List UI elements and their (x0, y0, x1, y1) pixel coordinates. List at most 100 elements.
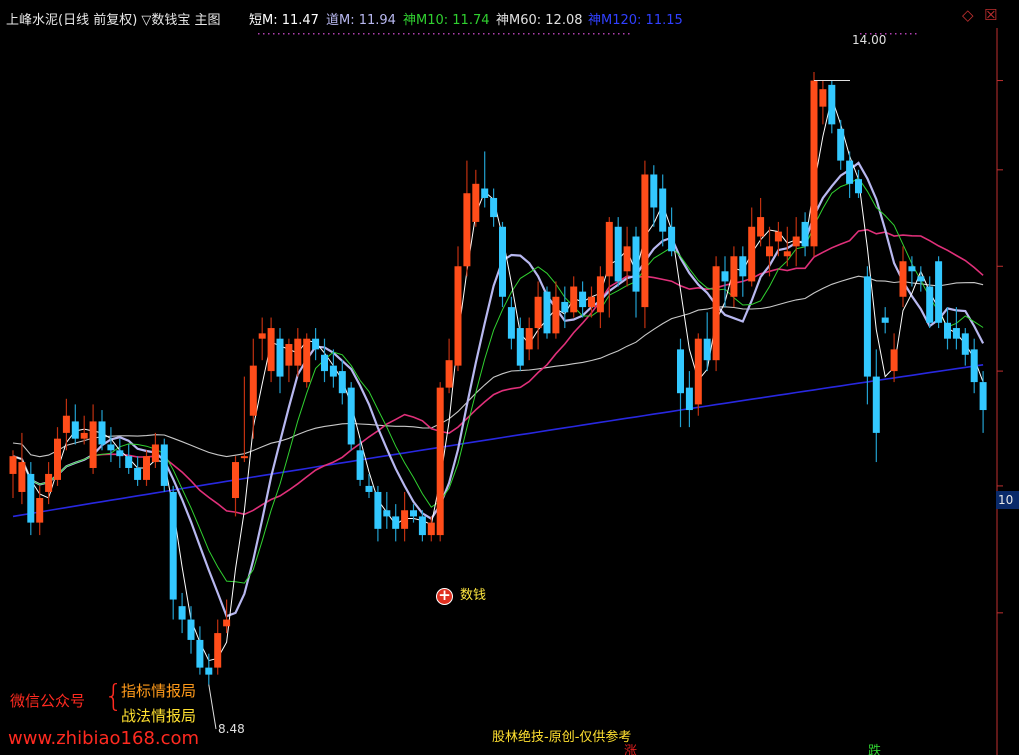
candle-up (267, 328, 275, 372)
header-dot (503, 33, 505, 35)
candle-down (499, 226, 506, 297)
candle-down (507, 307, 515, 339)
header-dot (368, 33, 370, 35)
candle-down (516, 328, 524, 366)
plus-circle-icon: + (436, 588, 453, 605)
candle-down (855, 179, 862, 194)
fall-marker: 跌 (868, 744, 882, 755)
candle-down (338, 371, 346, 394)
header-dot (428, 33, 430, 35)
candle-up (232, 462, 239, 499)
candle-down (872, 376, 880, 433)
candle-up (757, 217, 765, 237)
header-dot (333, 33, 335, 35)
header-dot (498, 33, 500, 35)
header-dot (258, 33, 260, 35)
header-dot (618, 33, 620, 35)
candle-down (543, 291, 551, 334)
candle-up (774, 231, 782, 242)
candle-down (383, 510, 391, 517)
header-dot (423, 33, 425, 35)
legend-ma-short: 短M: 11.47 (249, 13, 319, 28)
candle-down (908, 266, 916, 272)
candle-down (187, 619, 195, 640)
candle-down (125, 456, 133, 468)
header-dot (548, 33, 550, 35)
candle-down (952, 328, 960, 339)
header-dot (583, 33, 585, 35)
candle-up (463, 193, 471, 267)
header-dot (598, 33, 600, 35)
header-dot (558, 33, 560, 35)
header-dot (403, 33, 405, 35)
legend-ma120: 神M120: 11.15 (588, 13, 683, 28)
close-icon[interactable]: ☒ (984, 6, 997, 24)
header-dot (623, 33, 625, 35)
header-dot (910, 33, 912, 35)
header-dot (438, 33, 440, 35)
candle-down (579, 291, 587, 308)
candle-up (80, 432, 88, 439)
header-dot (518, 33, 520, 35)
candle-down (321, 354, 328, 372)
header-dot (448, 33, 450, 35)
candle-up (249, 365, 257, 416)
header-dot (573, 33, 575, 35)
header-dot (278, 33, 280, 35)
candle-down (650, 174, 658, 208)
price-chart[interactable] (0, 0, 1019, 755)
candle-up (819, 89, 827, 107)
header-dot (303, 33, 305, 35)
candle-down (828, 84, 836, 125)
header-dot (553, 33, 555, 35)
candle-down (178, 606, 186, 620)
header-dot (603, 33, 605, 35)
candle-up (454, 266, 462, 366)
header-dot (578, 33, 580, 35)
candle-down (329, 365, 337, 377)
header-dot (398, 33, 400, 35)
candle-up (605, 221, 613, 277)
header-dot (273, 33, 275, 35)
candle-down (677, 349, 684, 394)
candle-down (312, 338, 320, 350)
candle-up (623, 246, 631, 272)
rise-marker: 涨 (624, 744, 638, 755)
header-dot (508, 33, 510, 35)
candle-up (792, 236, 800, 247)
watermark-url[interactable]: www.zhibiao168.com (8, 728, 199, 749)
candle-up (445, 360, 453, 388)
candle-up (472, 183, 480, 222)
candle-down (107, 444, 115, 451)
candle-up (54, 438, 61, 480)
candle-up (436, 387, 444, 536)
header-dot (453, 33, 455, 35)
candle-down (481, 188, 489, 198)
axis-value-badge: 10 (996, 491, 1019, 509)
candle-up (285, 344, 293, 366)
diamond-icon[interactable]: ◇ (962, 6, 974, 24)
candle-up (596, 276, 604, 313)
candle-down (863, 276, 871, 377)
header-dot (588, 33, 590, 35)
candle-up (552, 296, 560, 334)
candle-up (525, 328, 533, 350)
header-dot (408, 33, 410, 35)
ma-dao-line (12, 161, 985, 618)
header-dot (418, 33, 420, 35)
header-dot (488, 33, 490, 35)
header-dot (263, 33, 265, 35)
chart-title: 上峰水泥(日线 前复权) ▽数钱宝 主图 (6, 13, 221, 28)
candle-down (365, 485, 373, 492)
header-dot (563, 33, 565, 35)
header-dot (493, 33, 495, 35)
header-dot (473, 33, 475, 35)
header-dot (298, 33, 300, 35)
candle-down (979, 382, 987, 411)
candle-down (490, 197, 498, 218)
ma120-line (12, 364, 984, 518)
candle-down (721, 271, 729, 282)
header-dot (393, 33, 395, 35)
candle-down (71, 421, 79, 439)
candle-up (258, 333, 266, 339)
